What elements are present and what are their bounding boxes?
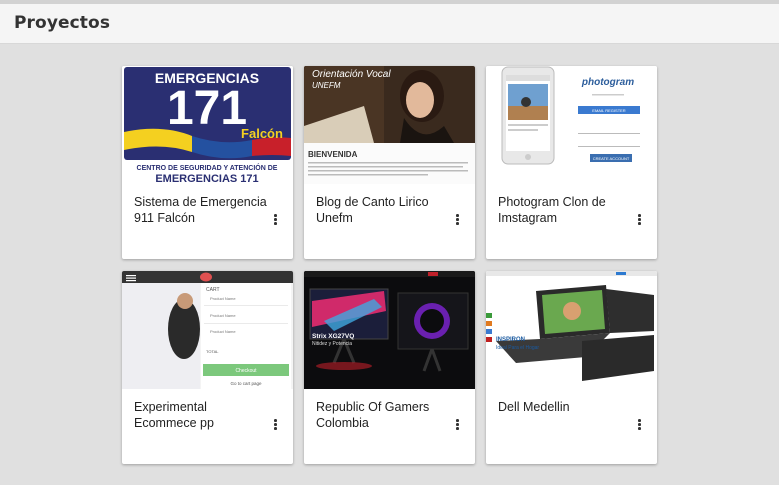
thumb-footer2-text: EMERGENCIAS 171 — [155, 173, 258, 184]
thumb-item-text: Product Name — [210, 329, 236, 334]
project-title[interactable]: Dell Medellin — [498, 399, 636, 415]
thumb-sub-text: UNEFM — [312, 81, 341, 90]
thumb-section-text: BIENVENIDA — [308, 150, 358, 159]
thumb-brand-text: INSPIRON — [496, 337, 525, 343]
thumb-checkout-text: Checkout — [235, 368, 257, 374]
project-thumbnail[interactable]: EMERGENCIAS 171 Falcón CENTRO DE SEGURID… — [122, 66, 293, 184]
more-options-icon[interactable] — [452, 417, 462, 431]
project-thumbnail[interactable]: photogram EMAIL REGISTER CREATE ACCOUNT — [486, 66, 657, 184]
thumb-tagline-text: Ideal Para el Hogar — [496, 345, 539, 351]
page-title: Proyectos — [14, 13, 111, 33]
project-card[interactable]: EMERGENCIAS 171 Falcón CENTRO DE SEGURID… — [122, 66, 293, 259]
page-header: Proyectos — [0, 4, 779, 44]
project-card[interactable]: Strix XG27VQ Nitidez y Potencia Republic… — [304, 271, 475, 464]
thumb-number-text: 171 — [167, 82, 247, 135]
thumb-logo-text: photogram — [581, 77, 634, 88]
thumb-cart-text: CART — [206, 287, 220, 293]
thumb-heading-text: Orientación Vocal — [312, 69, 391, 80]
project-thumbnail[interactable]: Orientación Vocal UNEFM BIENVENIDA — [304, 66, 475, 184]
thumb-total-text: TOTAL — [206, 349, 219, 354]
project-title[interactable]: Photogram Clon de Imstagram — [498, 194, 636, 226]
project-title[interactable]: Blog de Canto Lirico Unefm — [316, 194, 454, 226]
project-card[interactable]: photogram EMAIL REGISTER CREATE ACCOUNT … — [486, 66, 657, 259]
project-card[interactable]: CART Product Name Product Name Product N… — [122, 271, 293, 464]
more-options-icon[interactable] — [270, 417, 280, 431]
project-card[interactable]: INSPIRON Ideal Para el Hogar Dell Medell… — [486, 271, 657, 464]
project-title[interactable]: Republic Of Gamers Colombia — [316, 399, 454, 431]
more-options-icon[interactable] — [634, 212, 644, 226]
project-title[interactable]: Sistema de Emergencia 911 Falcón — [134, 194, 272, 226]
project-title[interactable]: Experimental Ecommece pp — [134, 399, 272, 431]
project-thumbnail[interactable]: INSPIRON Ideal Para el Hogar — [486, 271, 657, 389]
thumb-footer1-text: CENTRO DE SEGURIDAD Y ATENCIÓN DE — [137, 163, 278, 172]
thumb-tagline-text: Nitidez y Potencia — [312, 341, 352, 347]
thumb-model-text: Strix XG27VQ — [312, 333, 354, 340]
project-thumbnail[interactable]: CART Product Name Product Name Product N… — [122, 271, 293, 389]
thumb-place-text: Falcón — [241, 126, 283, 141]
thumb-item-text: Product Name — [210, 313, 236, 318]
more-options-icon[interactable] — [634, 417, 644, 431]
more-options-icon[interactable] — [270, 212, 280, 226]
thumb-item-text: Product Name — [210, 296, 236, 301]
thumb-button1-text: EMAIL REGISTER — [592, 108, 626, 113]
thumb-continue-text: Go to cart page — [230, 381, 262, 386]
project-thumbnail[interactable]: Strix XG27VQ Nitidez y Potencia — [304, 271, 475, 389]
more-options-icon[interactable] — [452, 212, 462, 226]
project-card[interactable]: Orientación Vocal UNEFM BIENVENIDA Blog … — [304, 66, 475, 259]
thumb-button2-text: CREATE ACCOUNT — [593, 156, 630, 161]
